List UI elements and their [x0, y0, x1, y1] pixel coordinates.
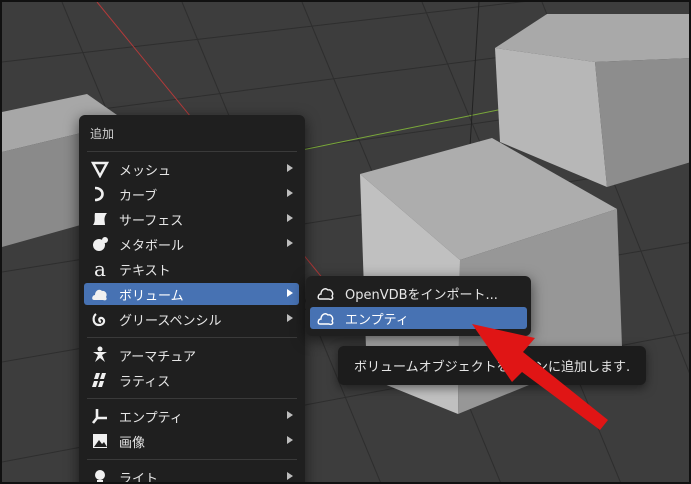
add-menu: 追加 メッシュ カーブ サーフェス メタボール a テキスト ボリューム グリー…: [79, 115, 305, 484]
menu-item-mesh[interactable]: メッシュ: [84, 158, 299, 180]
image-icon: [89, 430, 111, 452]
menu-item-lattice[interactable]: ラティス: [84, 369, 299, 391]
submenu-arrow-icon: [287, 411, 293, 419]
submenu-arrow-icon: [287, 289, 293, 297]
submenu-arrow-icon: [287, 214, 293, 222]
menu-item-label: OpenVDBをインポート...: [345, 287, 498, 303]
volume-icon: [315, 282, 337, 304]
menu-item-text[interactable]: a テキスト: [84, 258, 299, 280]
add-menu-title: 追加: [90, 127, 115, 141]
menu-item-label: エンプティ: [345, 312, 409, 328]
submenu-arrow-icon: [287, 239, 293, 247]
menu-item-label: アーマチュア: [119, 349, 196, 365]
submenu-arrow-icon: [287, 436, 293, 444]
menu-item-empty[interactable]: エンプティ: [84, 405, 299, 427]
menu-item-grease-pencil[interactable]: グリースペンシル: [84, 308, 299, 330]
mesh-icon: [89, 158, 111, 180]
menu-item-label: ボリューム: [119, 288, 184, 304]
menu-item-volume[interactable]: ボリューム: [84, 283, 299, 305]
volume-icon: [89, 283, 111, 305]
curve-icon: [89, 183, 111, 205]
light-bulb-icon: [89, 466, 111, 482]
surface-icon: [89, 208, 111, 230]
tooltip-text: ボリュームオブジェクトをシーンに追加します.: [354, 360, 631, 375]
menu-item-curve[interactable]: カーブ: [84, 183, 299, 205]
menu-item-label: カーブ: [119, 188, 158, 204]
menu-item-label: ライト: [119, 471, 159, 484]
metaball-icon: [89, 233, 111, 255]
submenu-arrow-icon: [287, 472, 293, 480]
armature-icon: [89, 344, 111, 366]
menu-item-light[interactable]: ライト: [84, 466, 299, 484]
volume-icon: [315, 307, 337, 329]
menu-separator: [87, 398, 297, 399]
menu-item-image[interactable]: 画像: [84, 430, 299, 452]
text-icon: a: [94, 257, 106, 281]
menu-item-label: サーフェス: [119, 213, 184, 229]
menu-separator: [87, 459, 297, 460]
menu-item-surface[interactable]: サーフェス: [84, 208, 299, 230]
menu-separator: [87, 337, 297, 338]
lattice-icon: [89, 369, 111, 391]
submenu-arrow-icon: [287, 164, 293, 172]
3d-viewport[interactable]: 追加 メッシュ カーブ サーフェス メタボール a テキスト ボリューム グリー…: [0, 0, 691, 484]
menu-item-metaball[interactable]: メタボール: [84, 233, 299, 255]
menu-separator: [87, 151, 297, 152]
menu-item-label: メタボール: [119, 238, 185, 254]
tooltip: ボリュームオブジェクトをシーンに追加します.: [338, 346, 646, 385]
menu-item-label: メッシュ: [119, 163, 172, 179]
menu-item-label: エンプティ: [119, 410, 183, 426]
menu-item-label: 画像: [119, 435, 146, 451]
submenu-arrow-icon: [287, 189, 293, 197]
menu-item-volume-empty[interactable]: エンプティ: [310, 307, 527, 329]
grease-pencil-icon: [89, 308, 111, 330]
menu-item-armature[interactable]: アーマチュア: [84, 344, 299, 366]
submenu-arrow-icon: [287, 314, 293, 322]
menu-item-label: ラティス: [119, 374, 171, 390]
menu-item-label: グリースペンシル: [119, 313, 222, 329]
menu-item-label: テキスト: [119, 263, 171, 279]
volume-submenu: OpenVDBをインポート... エンプティ: [306, 276, 531, 336]
menu-item-import-openvdb[interactable]: OpenVDBをインポート...: [310, 282, 527, 304]
empty-axes-icon: [89, 405, 111, 427]
